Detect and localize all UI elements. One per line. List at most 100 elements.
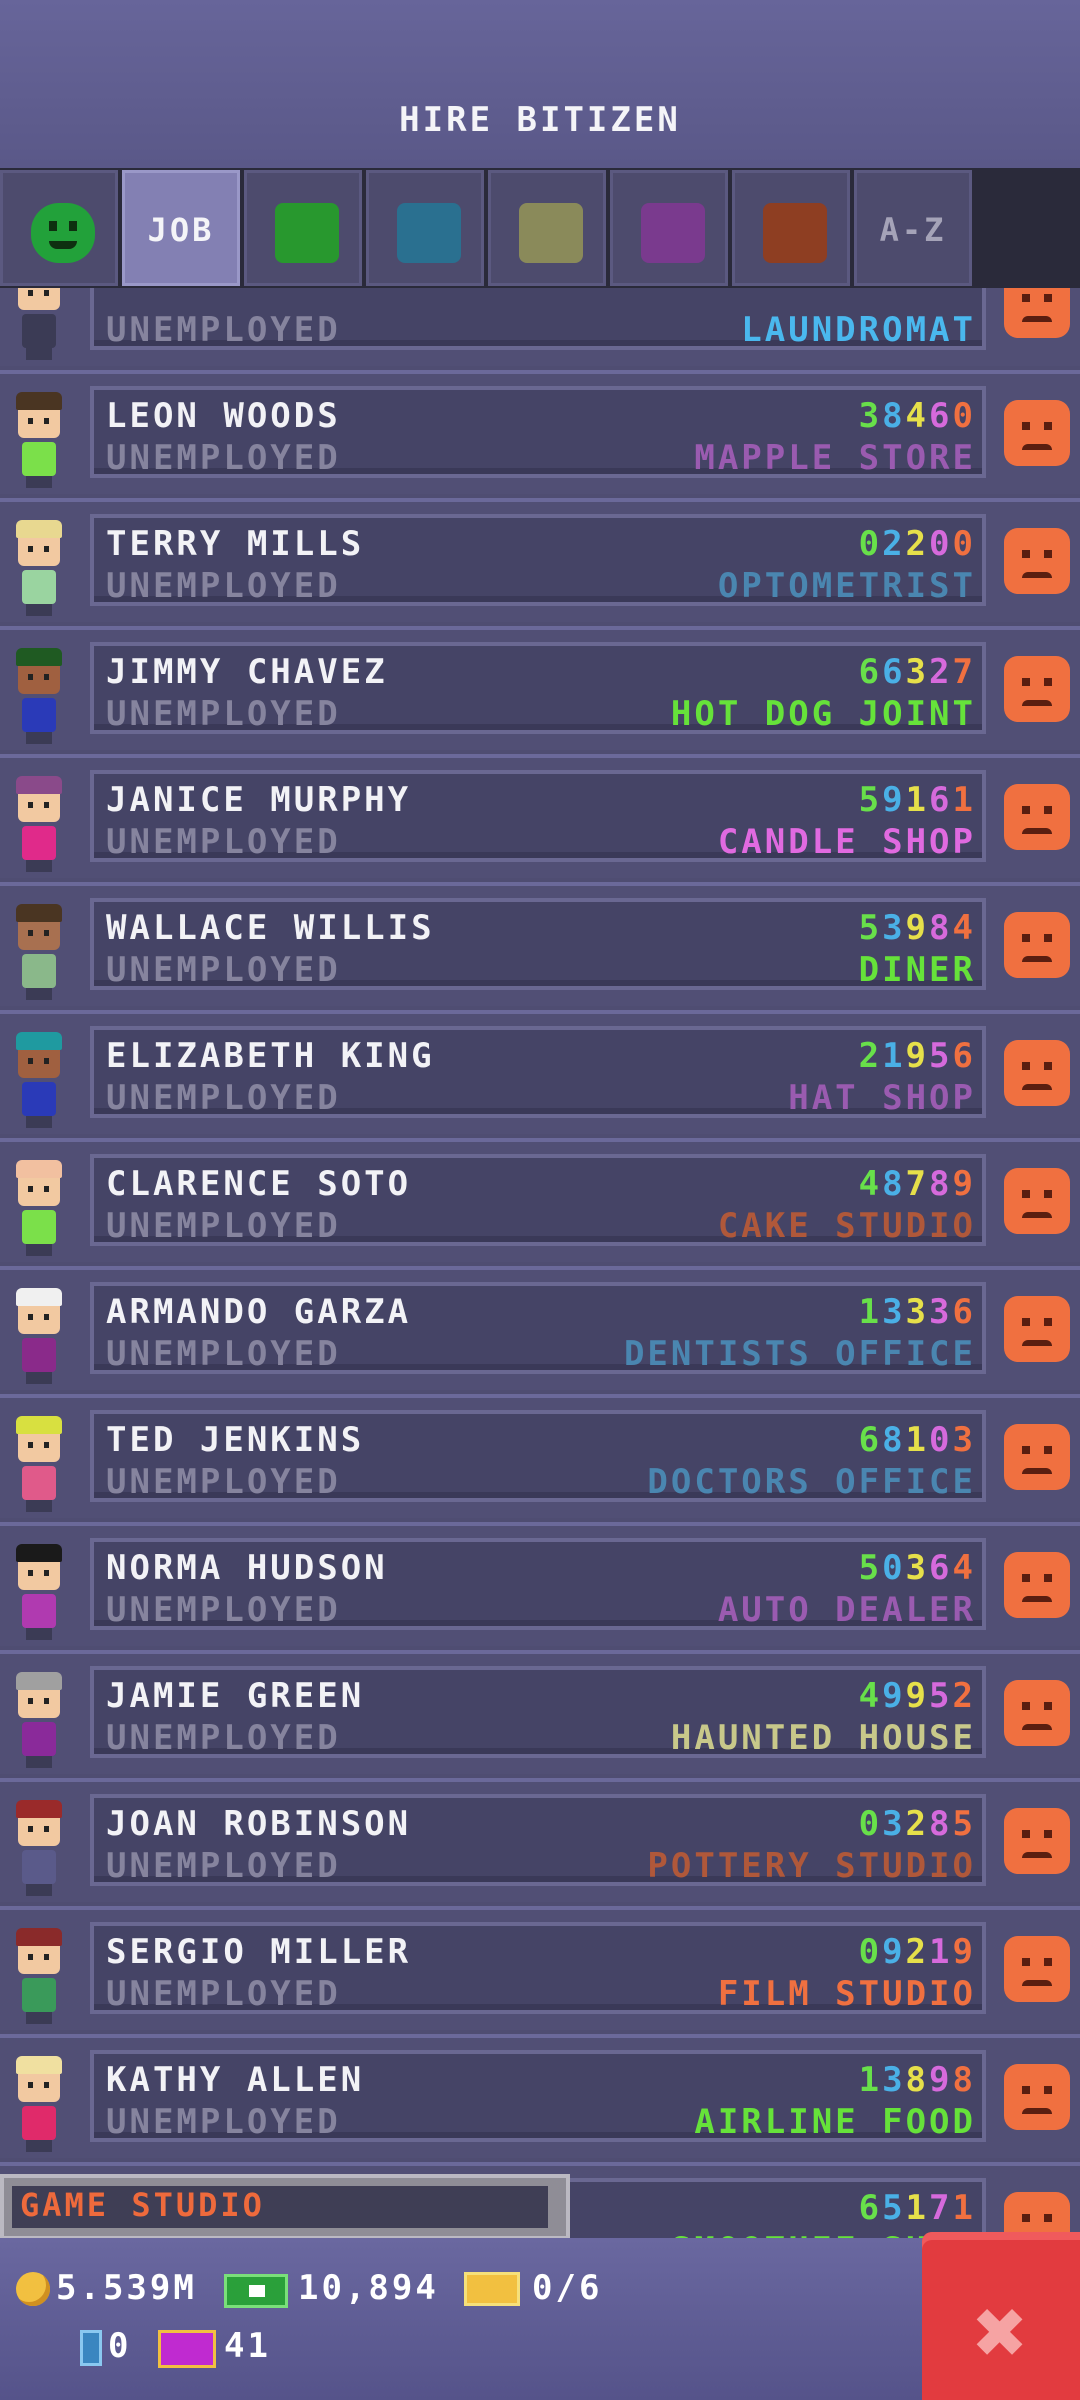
unhappy-face-icon xyxy=(1004,784,1070,850)
unhappy-face-icon xyxy=(1004,1936,1070,2002)
bitizen-row[interactable]: ARMANDO GARZA UNEMPLOYED 13336 DENTISTS OFF… xyxy=(0,1266,1080,1390)
bitizen-name: NORMA HUDSON xyxy=(106,1548,388,1588)
bitizen-avatar xyxy=(12,2052,66,2156)
bux-value: 10,894 xyxy=(298,2268,439,2308)
bitizen-card[interactable]: UNEMPLOYED LAUNDROMAT xyxy=(90,288,986,350)
tab-job[interactable]: JOB xyxy=(122,170,240,286)
bitizen-avatar xyxy=(12,1540,66,1644)
skill-digits: 09219 xyxy=(858,1932,976,1972)
tab-retail-category[interactable] xyxy=(610,170,728,286)
bitizen-avatar xyxy=(12,288,66,364)
bitizen-card[interactable]: JOAN ROBINSON UNEMPLOYED 03285 POTTERY STUD… xyxy=(90,1794,986,1886)
vip-value: 41 xyxy=(224,2326,271,2366)
bitizen-row[interactable]: TERRY MILLS UNEMPLOYED 02200 OPTOMETRIST xyxy=(0,498,1080,622)
bitizen-avatar xyxy=(12,1924,66,2028)
bitizen-name: TED JENKINS xyxy=(106,1420,365,1460)
bitizen-card[interactable]: ELIZABETH KING UNEMPLOYED 21956 HAT SHOP xyxy=(90,1026,986,1118)
bitizen-row[interactable]: WALLACE WILLIS UNEMPLOYED 53984 DINER xyxy=(0,882,1080,1006)
unhappy-face-icon xyxy=(1004,1168,1070,1234)
unhappy-face-icon xyxy=(1004,1296,1070,1362)
bitizen-row[interactable]: CLARENCE SOTO UNEMPLOYED 48789 CAKE STUDIO xyxy=(0,1138,1080,1262)
tab-service-category[interactable] xyxy=(366,170,484,286)
bitizen-name: SERGIO MILLER xyxy=(106,1932,412,1972)
bitizen-card[interactable]: SERGIO MILLER UNEMPLOYED 09219 FILM STUDIO xyxy=(90,1922,986,2014)
dream-job: HAUNTED HOUSE xyxy=(670,1718,976,1758)
bitizen-status: UNEMPLOYED xyxy=(106,1974,341,2014)
bitizen-row[interactable]: SERGIO MILLER UNEMPLOYED 09219 FILM STUDIO xyxy=(0,1906,1080,2030)
tab-a-z[interactable]: A-Z xyxy=(854,170,972,286)
tab-smiley[interactable] xyxy=(0,170,118,286)
bitizen-status: UNEMPLOYED xyxy=(106,438,341,478)
bitizen-row[interactable]: JAMIE GREEN UNEMPLOYED 49952 HAUNTED HOUSE xyxy=(0,1650,1080,1774)
bitizen-row[interactable]: TED JENKINS UNEMPLOYED 68103 DOCTORS OFFICE xyxy=(0,1394,1080,1518)
skill-digits: 59161 xyxy=(858,780,976,820)
bitizen-status: UNEMPLOYED xyxy=(106,1590,341,1630)
dream-job: HOT DOG JOINT xyxy=(670,694,976,734)
bitizen-name: JANICE MURPHY xyxy=(106,780,412,820)
skill-digits: 66327 xyxy=(858,652,976,692)
bitizen-row[interactable]: NORMA HUDSON UNEMPLOYED 50364 AUTO DEALER xyxy=(0,1522,1080,1646)
bitizen-name: KATHY ALLEN xyxy=(106,2060,365,2100)
bitizen-status: UNEMPLOYED xyxy=(106,822,341,862)
skill-digits: 68103 xyxy=(858,1420,976,1460)
unhappy-face-icon xyxy=(1004,1040,1070,1106)
bitizen-name: ELIZABETH KING xyxy=(106,1036,435,1076)
bitizen-status: UNEMPLOYED xyxy=(106,2102,341,2142)
unhappy-face-icon xyxy=(1004,1424,1070,1490)
bitizen-avatar xyxy=(12,388,66,492)
bitizen-avatar xyxy=(12,900,66,1004)
skill-digits: 38460 xyxy=(858,396,976,436)
skill-digits: 03285 xyxy=(858,1804,976,1844)
bitizen-list[interactable]: UNEMPLOYED LAUNDROMAT LEON WOODS UNEMPLOYED… xyxy=(0,288,1080,2238)
bux-icon xyxy=(224,2274,288,2308)
bitizen-row[interactable]: KATHY ALLEN UNEMPLOYED 13898 AIRLINE FOOD xyxy=(0,2034,1080,2158)
bitizen-row[interactable]: JOAN ROBINSON UNEMPLOYED 03285 POTTERY STUD… xyxy=(0,1778,1080,1902)
bitizen-card[interactable]: ARMANDO GARZA UNEMPLOYED 13336 DENTISTS OFF… xyxy=(90,1282,986,1374)
bitizen-avatar xyxy=(12,1028,66,1132)
bitizen-row[interactable]: LEON WOODS UNEMPLOYED 38460 MAPPLE STORE xyxy=(0,370,1080,494)
bitizen-card[interactable]: TERRY MILLS UNEMPLOYED 02200 OPTOMETRIST xyxy=(90,514,986,606)
bitizen-name: LEON WOODS xyxy=(106,396,341,436)
service-category-icon xyxy=(397,203,461,263)
bitizen-status: UNEMPLOYED xyxy=(106,1078,341,1118)
bitizen-card[interactable]: JAMIE GREEN UNEMPLOYED 49952 HAUNTED HOUSE xyxy=(90,1666,986,1758)
vip-icon xyxy=(158,2330,216,2368)
bitizen-card[interactable]: NORMA HUDSON UNEMPLOYED 50364 AUTO DEALER xyxy=(90,1538,986,1630)
tab-creative-category[interactable] xyxy=(732,170,850,286)
coins-value: 5.539M xyxy=(56,2268,197,2308)
dream-job: DOCTORS OFFICE xyxy=(647,1462,976,1502)
close-button[interactable]: ✖ xyxy=(922,2232,1080,2400)
bitizen-name: ARMANDO GARZA xyxy=(106,1292,412,1332)
bitizen-status: UNEMPLOYED xyxy=(106,310,341,350)
bitizen-status: UNEMPLOYED xyxy=(106,1846,341,1886)
bitizen-card[interactable]: WALLACE WILLIS UNEMPLOYED 53984 DINER xyxy=(90,898,986,990)
bitizen-status: UNEMPLOYED xyxy=(106,1206,341,1246)
filter-tabs: JOB A-Z xyxy=(0,168,1080,288)
bitizen-name: TERRY MILLS xyxy=(106,524,365,564)
bitizen-row[interactable]: ELIZABETH KING UNEMPLOYED 21956 HAT SHOP xyxy=(0,1010,1080,1134)
food-category-icon xyxy=(275,203,339,263)
bitizen-card[interactable]: CLARENCE SOTO UNEMPLOYED 48789 CAKE STUDIO xyxy=(90,1154,986,1246)
bitizen-row[interactable]: JANICE MURPHY UNEMPLOYED 59161 CANDLE SHOP xyxy=(0,754,1080,878)
bitizen-card[interactable]: JIMMY CHAVEZ UNEMPLOYED 66327 HOT DOG JOINT xyxy=(90,642,986,734)
bitizen-row[interactable]: UNEMPLOYED LAUNDROMAT xyxy=(0,288,1080,366)
bitizen-card[interactable]: JANICE MURPHY UNEMPLOYED 59161 CANDLE SHOP xyxy=(90,770,986,862)
dream-job: CANDLE SHOP xyxy=(717,822,976,862)
bitizen-card[interactable]: TED JENKINS UNEMPLOYED 68103 DOCTORS OFFICE xyxy=(90,1410,986,1502)
bitizen-avatar xyxy=(12,772,66,876)
tab-recreation-category[interactable] xyxy=(488,170,606,286)
tab-food-category[interactable] xyxy=(244,170,362,286)
bitizen-row[interactable]: JIMMY CHAVEZ UNEMPLOYED 66327 HOT DOG JOINT xyxy=(0,626,1080,750)
bitizen-avatar xyxy=(12,1412,66,1516)
resource-bar: 5.539M 10,894 0/6 0 41 xyxy=(0,2238,1080,2400)
header: HIRE BITIZEN xyxy=(0,0,1080,168)
bitizen-avatar xyxy=(12,1796,66,1900)
dream-job: HAT SHOP xyxy=(788,1078,976,1118)
elevator-icon xyxy=(80,2330,102,2366)
unhappy-face-icon xyxy=(1004,288,1070,338)
bitizen-card[interactable]: LEON WOODS UNEMPLOYED 38460 MAPPLE STORE xyxy=(90,386,986,478)
bitizen-card[interactable]: KATHY ALLEN UNEMPLOYED 13898 AIRLINE FOOD xyxy=(90,2050,986,2142)
dream-job: AIRLINE FOOD xyxy=(694,2102,976,2142)
dream-job: AUTO DEALER xyxy=(717,1590,976,1630)
skill-digits: 02200 xyxy=(858,524,976,564)
